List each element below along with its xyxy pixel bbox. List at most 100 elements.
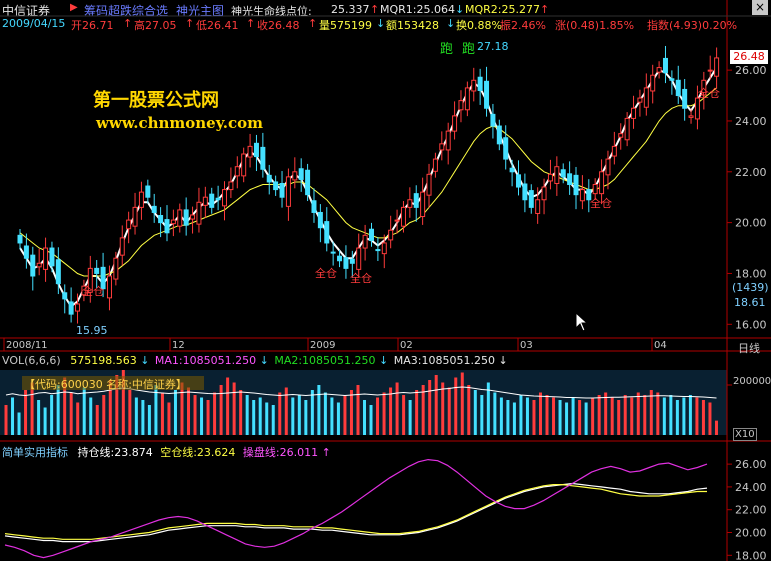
- candle-body: [445, 130, 451, 151]
- candle-body: [662, 57, 668, 74]
- current-price-tag: 26.48: [730, 50, 768, 64]
- volume-bar: [173, 390, 177, 435]
- volume-bar: [102, 395, 106, 435]
- candle-body: [484, 80, 490, 109]
- x-tick-label: 02: [400, 340, 413, 351]
- full-position-label: 全仓: [82, 285, 104, 298]
- candle-body: [260, 146, 266, 170]
- stock-chart[interactable]: 16.00 18.00 20.00 22.00 24.00 26.00 2008/11 12 2…: [0, 0, 771, 561]
- volume-bar: [415, 390, 419, 435]
- volume-bar: [193, 395, 197, 435]
- candle-body: [209, 193, 215, 208]
- volume-bar: [428, 380, 432, 435]
- volume-bar: [473, 390, 477, 435]
- candle-body: [330, 251, 336, 254]
- candle-body: [624, 117, 630, 141]
- volume-bar: [336, 402, 340, 435]
- volume-bar: [630, 397, 634, 435]
- volume-bar: [649, 390, 653, 435]
- volume-bar: [76, 402, 80, 435]
- volume-bar: [363, 400, 366, 435]
- candle-body: [49, 247, 55, 267]
- candle-body: [356, 247, 362, 270]
- stock-code-badge: 【代码:600030 名称:中信证券】: [22, 376, 204, 391]
- volume-bar: [604, 392, 608, 435]
- volume-bar: [688, 395, 692, 435]
- candle-body: [375, 249, 381, 252]
- volume-bar: [50, 395, 54, 435]
- volume-bar: [610, 397, 614, 435]
- y-tick-label: 24.00: [735, 115, 767, 128]
- volume-bar: [252, 400, 256, 435]
- candle-body: [55, 259, 61, 285]
- candle-body: [362, 234, 368, 249]
- volume-bar: [317, 385, 321, 435]
- candle-body: [464, 87, 470, 111]
- volume-bar: [356, 385, 360, 435]
- volume-bar: [160, 392, 164, 435]
- candle-body: [452, 115, 458, 132]
- x-tick-label: 12: [172, 340, 185, 351]
- candle-body: [158, 215, 164, 224]
- volume-bar: [382, 392, 386, 435]
- candle-body: [426, 173, 432, 196]
- candle-body: [573, 174, 579, 196]
- period-selector[interactable]: 日线: [738, 340, 760, 356]
- vol-axis-label: 200000: [733, 376, 771, 387]
- volume-bar: [278, 392, 282, 435]
- volume-bar: [245, 395, 249, 435]
- candle-body: [164, 219, 170, 234]
- volume-bar: [389, 387, 393, 435]
- volume-bar: [578, 400, 582, 435]
- volume-bar: [323, 392, 327, 435]
- volume-bar: [310, 390, 314, 435]
- volume-bar: [714, 420, 718, 435]
- candle-body: [413, 193, 419, 208]
- volume-bar: [82, 387, 86, 435]
- indicator-title[interactable]: 简单实用指标: [2, 446, 68, 459]
- x-tick-label: 04: [654, 340, 667, 351]
- volume-bar: [480, 395, 484, 435]
- volume-bar: [460, 372, 464, 435]
- volume-bar: [4, 405, 8, 435]
- candle-body: [30, 254, 36, 277]
- candle-body: [535, 199, 541, 214]
- volume-bar: [584, 402, 588, 435]
- volume-bar: [545, 395, 549, 435]
- volume-bar: [662, 397, 666, 435]
- volume-bar: [519, 395, 523, 435]
- cursor-price: 18.61: [734, 296, 766, 309]
- candle-body: [388, 229, 394, 241]
- full-position-label: 全仓: [590, 197, 612, 210]
- candle-body: [477, 76, 483, 91]
- candle-body: [126, 219, 132, 230]
- candle-body: [106, 275, 112, 299]
- volume-bar: [617, 400, 621, 435]
- candle-body: [324, 221, 330, 244]
- full-position-label: 全仓: [350, 272, 372, 285]
- volume-bar: [17, 412, 21, 435]
- empty-line-value: 空仓线:23.624: [160, 446, 236, 459]
- candle-body: [471, 79, 477, 92]
- candle-body: [247, 145, 253, 158]
- low-price-label: 15.95: [76, 324, 108, 337]
- candle-body: [394, 219, 400, 222]
- candle-body: [202, 196, 208, 206]
- volume-bar: [330, 397, 334, 435]
- volume-bar: [134, 397, 138, 435]
- vol-unit: X10: [733, 428, 757, 441]
- volume-bar: [591, 397, 595, 435]
- run-signal-price: 27.18: [477, 40, 509, 53]
- volume-bar: [11, 397, 15, 435]
- candle-body: [228, 181, 234, 191]
- candle-body: [707, 69, 713, 72]
- candle-body: [694, 97, 700, 120]
- candle-body: [458, 100, 464, 111]
- volume-bar: [239, 390, 243, 435]
- volume-bar: [395, 382, 399, 435]
- volume-bar: [304, 400, 308, 435]
- candle-body: [17, 234, 23, 244]
- volume-bar: [219, 385, 223, 435]
- candle-body: [337, 255, 343, 262]
- candle-body: [177, 209, 183, 227]
